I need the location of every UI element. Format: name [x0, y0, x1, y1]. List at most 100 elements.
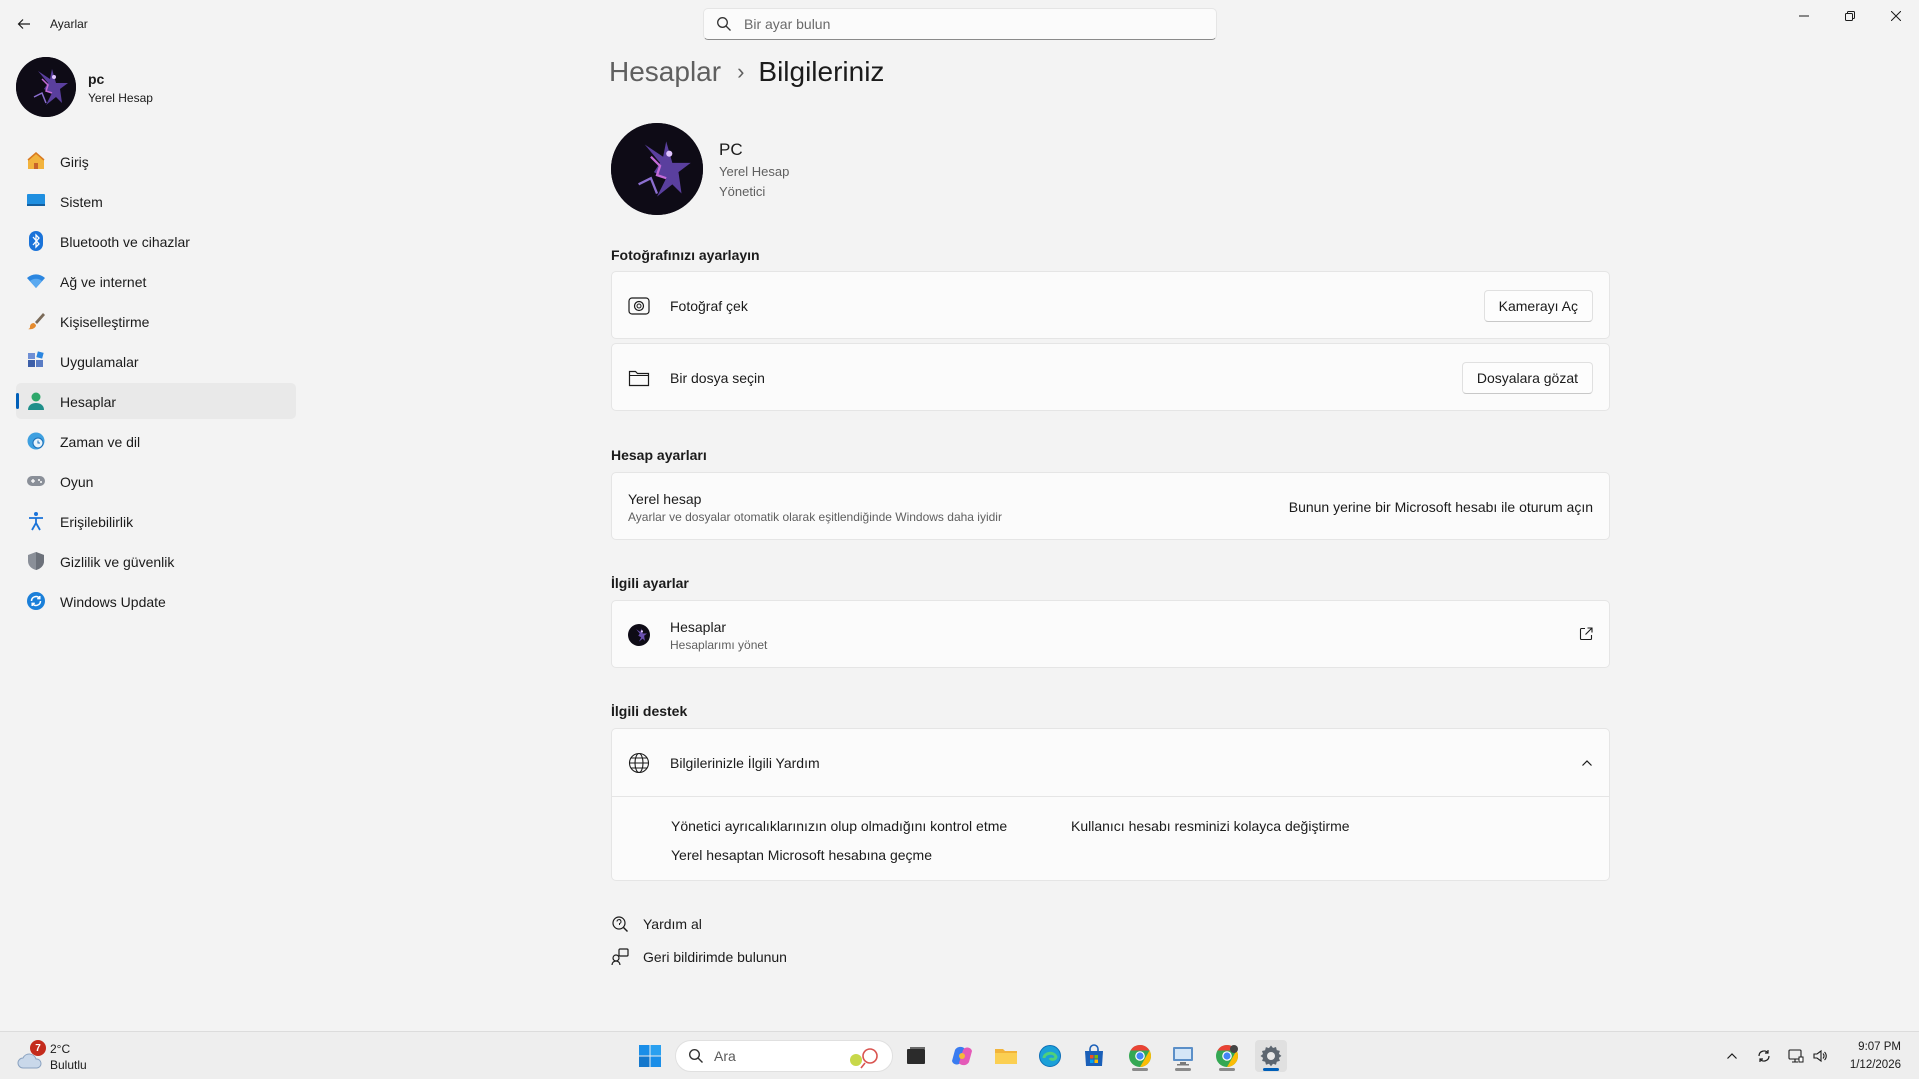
clock-date: 1/12/2026	[1849, 1059, 1901, 1071]
local-account-description: Ayarlar ve dosyalar otomatik olarak eşit…	[628, 510, 1002, 524]
minimize-button[interactable]	[1781, 0, 1827, 32]
chevron-right-icon: ›	[737, 59, 745, 84]
wifi-icon	[27, 274, 45, 288]
start-button[interactable]	[634, 1040, 666, 1072]
network-tray-button[interactable]	[1784, 1044, 1808, 1068]
volume-tray-button[interactable]	[1808, 1044, 1832, 1068]
weather-widget[interactable]: 7 2°C Bulutlu	[16, 1038, 96, 1074]
home-icon	[27, 152, 45, 169]
gear-icon	[1260, 1045, 1282, 1067]
feedback-icon	[611, 948, 629, 966]
taskbar-search[interactable]: Ara	[675, 1040, 893, 1072]
close-button[interactable]	[1873, 0, 1919, 32]
local-account-card: Yerel hesap Ayarlar ve dosyalar otomatik…	[611, 472, 1610, 540]
breadcrumb-parent[interactable]: Hesaplar	[609, 56, 721, 88]
copilot-icon	[952, 1046, 972, 1066]
sidebar-item-network[interactable]: Ağ ve internet	[16, 263, 296, 299]
brush-icon	[28, 313, 45, 330]
chrome-profile-1-button[interactable]	[1124, 1040, 1156, 1072]
chrome-profile-2-button[interactable]	[1211, 1040, 1243, 1072]
search-input[interactable]	[744, 16, 1164, 32]
store-icon	[1085, 1044, 1103, 1066]
show-hidden-icons-button[interactable]	[1720, 1044, 1744, 1068]
folder-icon	[995, 1049, 1017, 1064]
chrome-icon	[1216, 1045, 1238, 1067]
feedback-link[interactable]: Geri bildirimde bulunun	[611, 948, 787, 966]
sidebar-item-windows-update[interactable]: Windows Update	[16, 583, 296, 619]
take-photo-card: Fotoğraf çek Kamerayı Aç	[611, 271, 1610, 339]
clock-time: 9:07 PM	[1858, 1041, 1901, 1053]
sidebar-item-system[interactable]: Sistem	[16, 183, 296, 219]
sidebar-item-accounts[interactable]: Hesaplar	[16, 383, 296, 419]
folder-icon	[628, 370, 650, 387]
profile-name: pc	[88, 71, 105, 87]
page-title: Bilgileriniz	[758, 56, 885, 87]
sidebar-item-gaming[interactable]: Oyun	[16, 463, 296, 499]
file-explorer-button[interactable]	[990, 1040, 1022, 1072]
microsoft-signin-link[interactable]: Bunun yerine bir Microsoft hesabı ile ot…	[1289, 499, 1593, 515]
task-view-button[interactable]	[900, 1040, 932, 1072]
sync-tray-button[interactable]	[1752, 1044, 1776, 1068]
settings-search-box[interactable]	[703, 8, 1217, 40]
update-icon	[27, 592, 45, 610]
help-chat-icon	[612, 916, 628, 932]
help-link-change-picture[interactable]: Kullanıcı hesabı resminizi kolayca değiş…	[1071, 818, 1350, 834]
accounts-related-label: Hesaplar	[670, 619, 727, 635]
avatar	[16, 57, 76, 117]
sidebar-item-privacy[interactable]: Gizlilik ve güvenlik	[16, 543, 296, 579]
minimize-icon	[1799, 15, 1809, 17]
monitor-icon	[1173, 1047, 1193, 1066]
shield-icon	[28, 552, 44, 570]
help-link-switch-to-microsoft[interactable]: Yerel hesaptan Microsoft hesabına geçme	[671, 847, 932, 863]
help-expander: Bilgilerinizle İlgili Yardım Yönetici ay…	[611, 728, 1610, 881]
apps-icon	[28, 351, 44, 367]
help-expander-header[interactable]: Bilgilerinizle İlgili Yardım	[612, 729, 1609, 797]
sidebar-item-bluetooth[interactable]: Bluetooth ve cihazlar	[16, 223, 296, 259]
sidebar-item-home[interactable]: Giriş	[16, 143, 296, 179]
sidebar-item-personalization[interactable]: Kişiselleştirme	[16, 303, 296, 339]
title-bar: Ayarlar	[0, 0, 1919, 48]
accessibility-icon	[29, 512, 43, 531]
help-expander-title: Bilgilerinizle İlgili Yardım	[670, 755, 820, 771]
active-indicator	[1263, 1068, 1279, 1071]
gamepad-icon	[27, 476, 45, 486]
sidebar-item-time-language[interactable]: Zaman ve dil	[16, 423, 296, 459]
sidebar-item-accessibility[interactable]: Erişilebilirlik	[16, 503, 296, 539]
sidebar-item-apps[interactable]: Uygulamalar	[16, 343, 296, 379]
settings-app-button[interactable]	[1255, 1040, 1287, 1072]
chevron-up-icon	[1582, 760, 1592, 766]
running-indicator	[1219, 1068, 1235, 1071]
globe-icon	[628, 752, 650, 774]
user-account-type: Yerel Hesap	[719, 164, 790, 179]
edge-button[interactable]	[1034, 1040, 1066, 1072]
remote-desktop-button[interactable]	[1167, 1040, 1199, 1072]
accounts-related-card[interactable]: Hesaplar Hesaplarımı yönet	[611, 600, 1610, 668]
task-view-icon	[907, 1047, 925, 1064]
person-icon	[28, 392, 44, 410]
related-support-title: İlgili destek	[611, 703, 688, 719]
speaker-icon	[1813, 1049, 1827, 1063]
weather-condition: Bulutlu	[50, 1058, 87, 1072]
get-help-link[interactable]: Yardım al	[611, 915, 702, 933]
camera-icon	[628, 297, 650, 315]
copilot-button[interactable]	[946, 1040, 978, 1072]
arrow-left-icon	[17, 19, 30, 29]
close-icon	[1891, 11, 1901, 21]
system-icon	[27, 194, 45, 206]
breadcrumb: Hesaplar › Bilgileriniz	[609, 56, 884, 88]
search-highlight-icon	[850, 1048, 878, 1069]
restore-button[interactable]	[1827, 0, 1873, 32]
account-section-title: Hesap ayarları	[611, 447, 707, 463]
user-avatar	[611, 123, 703, 215]
open-camera-button[interactable]: Kamerayı Aç	[1483, 290, 1593, 322]
notification-badge: 7	[30, 1040, 46, 1056]
help-link-admin-check[interactable]: Yönetici ayrıcalıklarınızın olup olmadığ…	[671, 818, 1007, 834]
search-icon	[717, 17, 731, 31]
browse-files-button[interactable]: Dosyalara gözat	[1461, 362, 1593, 394]
back-button[interactable]	[12, 12, 36, 36]
profile-account-type: Yerel Hesap	[88, 91, 153, 105]
store-button[interactable]	[1078, 1040, 1110, 1072]
chevron-up-icon	[1727, 1053, 1737, 1059]
sync-icon	[1758, 1050, 1770, 1062]
taskbar-search-label: Ara	[714, 1048, 736, 1064]
